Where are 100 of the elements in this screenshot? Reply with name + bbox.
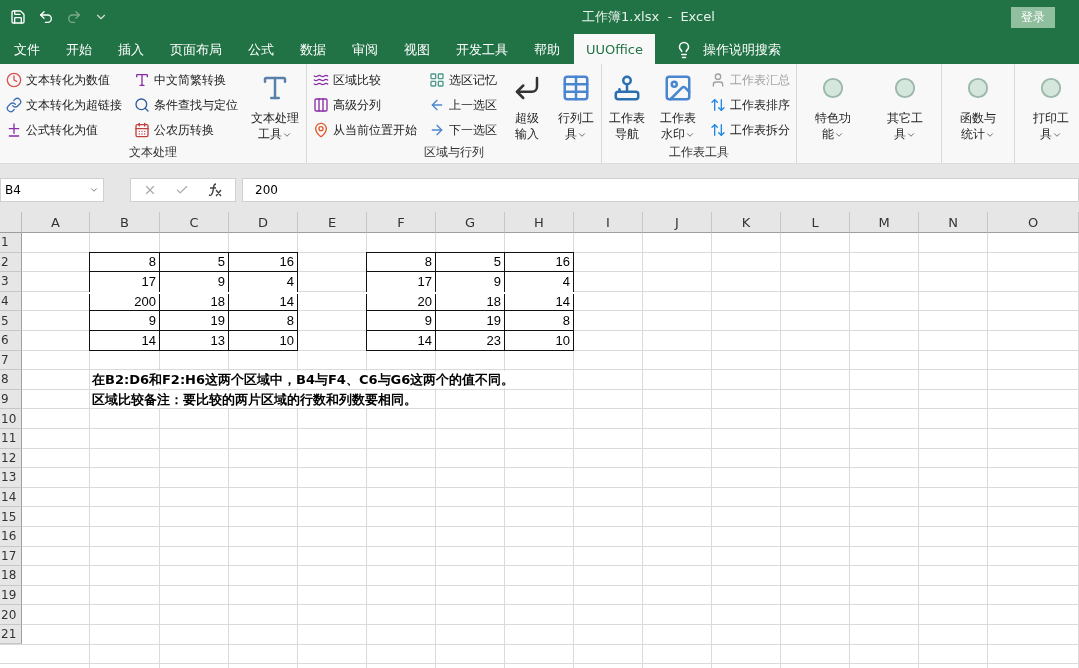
row-header[interactable]: 13 (0, 468, 22, 488)
column-header[interactable]: A (22, 212, 90, 233)
row-header[interactable]: 6 (0, 330, 22, 351)
function-icon[interactable] (207, 183, 223, 197)
joystick-icon (612, 73, 642, 103)
column-header[interactable]: K (712, 212, 781, 233)
ribbon-command[interactable]: 公农历转换 (132, 118, 240, 142)
ribbon-tab[interactable]: 审阅 (340, 36, 390, 64)
ribbon-command[interactable]: 从当前位置开始 (311, 118, 419, 142)
ribbon-command[interactable]: 文本转化为超链接 (4, 93, 124, 117)
table-cell: 9 (160, 272, 229, 292)
ribbon-tab[interactable]: 开始 (54, 36, 104, 64)
column-header[interactable]: B (90, 212, 160, 233)
ribbon-tab[interactable]: 公式 (236, 36, 286, 64)
row-header[interactable]: 8 (0, 370, 22, 390)
row-header[interactable]: 14 (0, 487, 22, 508)
row-header[interactable]: 21 (0, 624, 22, 645)
table-icon (561, 73, 591, 103)
tell-me-search[interactable]: 操作说明搜索 (669, 36, 787, 64)
ribbon-command[interactable]: 中文简繁转换 (132, 68, 240, 92)
column-header[interactable]: M (850, 212, 919, 233)
ribbon-tab[interactable]: 插入 (106, 36, 156, 64)
ribbon-large-button[interactable]: 其它工具 (873, 66, 937, 143)
row-header[interactable]: 4 (0, 291, 22, 312)
ribbon-large-button[interactable]: 特色功能 (801, 66, 865, 143)
dropdown-icon[interactable] (89, 185, 99, 195)
row-header[interactable]: 2 (0, 252, 22, 273)
row-header[interactable]: 11 (0, 428, 22, 449)
row-header[interactable]: 19 (0, 585, 22, 606)
clock-icon (6, 72, 22, 88)
ribbon-command[interactable]: 区域比较 (311, 68, 419, 92)
column-header[interactable]: F (367, 212, 436, 233)
row-header[interactable]: 16 (0, 526, 22, 547)
row-header[interactable]: 18 (0, 566, 22, 586)
ribbon-command[interactable]: 下一选区 (427, 118, 499, 142)
ribbon-command[interactable]: 公式转化为值 (4, 118, 124, 142)
select-all-corner[interactable] (0, 212, 22, 233)
column-header[interactable]: O (988, 212, 1079, 233)
table-cell: 14 (366, 330, 436, 351)
table-cell: 8 (89, 251, 160, 273)
row-header[interactable]: 5 (0, 311, 22, 331)
ribbon-large-button[interactable]: 行列工具 (555, 66, 597, 143)
row-header[interactable]: 9 (0, 389, 22, 410)
table-cell: 17 (366, 272, 436, 292)
name-box[interactable]: B4 (0, 178, 104, 202)
ribbon-large-button[interactable]: 函数与统计 (946, 66, 1010, 143)
table-cell: 10 (229, 330, 298, 351)
circle-icon (894, 77, 916, 99)
columns-icon (313, 97, 329, 113)
ribbon-tab[interactable]: 数据 (288, 36, 338, 64)
save-icon[interactable] (10, 9, 26, 25)
table-cell: 4 (229, 272, 298, 292)
row-header[interactable]: 10 (0, 409, 22, 429)
row-header[interactable]: 7 (0, 350, 22, 371)
ribbon-large-button[interactable]: 打印工具 (1019, 66, 1079, 143)
cell-reference: B4 (5, 183, 21, 197)
undo-icon[interactable] (38, 9, 54, 25)
row-header[interactable]: 20 (0, 605, 22, 625)
row-header[interactable]: 15 (0, 507, 22, 527)
column-header[interactable]: D (229, 212, 298, 233)
calendar-icon (134, 122, 150, 138)
cancel-icon[interactable] (143, 183, 157, 197)
ribbon-tab[interactable]: 开发工具 (444, 36, 520, 64)
column-header[interactable]: I (574, 212, 643, 233)
ribbon-large-button[interactable]: 工作表水印 (656, 66, 700, 143)
ribbon-large-button[interactable]: 超级输入 (507, 66, 547, 143)
column-header[interactable]: J (643, 212, 712, 233)
column-header[interactable]: G (436, 212, 505, 233)
button-label: 其它工具 (886, 110, 924, 142)
ribbon-command[interactable]: 工作表排序 (708, 93, 792, 117)
ribbon-tab[interactable]: 页面布局 (158, 36, 234, 64)
column-header[interactable]: E (298, 212, 367, 233)
formula-field[interactable]: 200 (242, 178, 1079, 202)
ribbon-command[interactable]: 文本转化为数值 (4, 68, 124, 92)
row-header[interactable]: 17 (0, 546, 22, 567)
ribbon-command[interactable]: 上一选区 (427, 93, 499, 117)
row-header[interactable]: 12 (0, 448, 22, 469)
ribbon-large-button[interactable]: 工作表导航 (606, 66, 648, 143)
row-header[interactable]: 3 (0, 272, 22, 292)
ribbon-tab[interactable]: UUOffice (574, 34, 655, 64)
ribbon-command[interactable]: 条件查找与定位 (132, 93, 240, 117)
circle-icon (822, 77, 844, 99)
ribbon-command[interactable]: 工作表拆分 (708, 118, 792, 142)
ribbon-tab[interactable]: 帮助 (522, 36, 572, 64)
ribbon-command[interactable]: 选区记忆 (427, 68, 499, 92)
enter-icon[interactable] (175, 183, 189, 197)
column-header[interactable]: C (160, 212, 229, 233)
column-header[interactable]: H (505, 212, 574, 233)
column-header[interactable]: L (781, 212, 850, 233)
ribbon-command[interactable]: 高级分列 (311, 93, 419, 117)
ribbon-tab[interactable]: 视图 (392, 36, 442, 64)
column-header[interactable]: N (919, 212, 988, 233)
table-cell: 16 (229, 251, 298, 273)
grid-icon (429, 72, 445, 88)
redo-icon[interactable] (66, 9, 82, 25)
window-title: 工作簿1.xlsx - Excel (581, 8, 716, 26)
ribbon-tab[interactable]: 文件 (2, 36, 52, 64)
ribbon-large-button[interactable]: 文本处理工具 (248, 66, 302, 143)
table-cell: 9 (436, 272, 505, 292)
row-header[interactable]: 1 (0, 233, 22, 253)
